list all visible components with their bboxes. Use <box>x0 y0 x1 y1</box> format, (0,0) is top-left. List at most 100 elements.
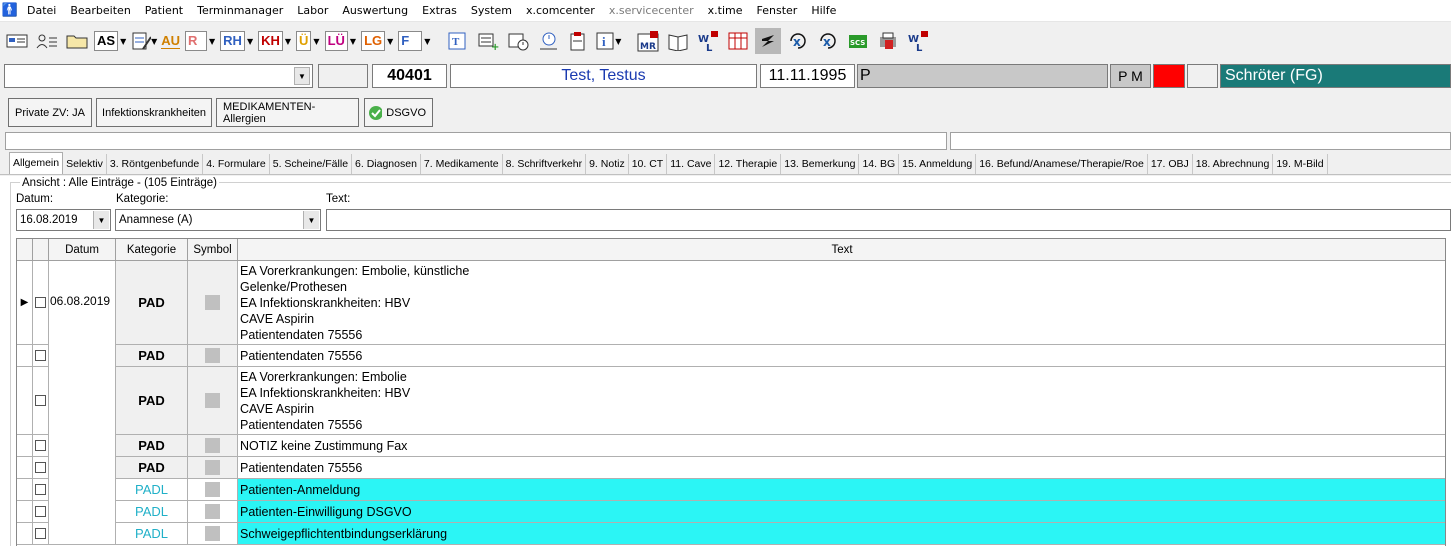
scs-icon[interactable]: SCS <box>845 28 871 54</box>
tab-anmeldung[interactable]: 15. Anmeldung <box>899 154 977 174</box>
as-button[interactable]: AS ▼ <box>94 28 126 54</box>
schedule-icon[interactable] <box>535 28 561 54</box>
menu-terminmanager[interactable]: Terminmanager <box>190 4 290 17</box>
menu-fenster[interactable]: Fenster <box>750 4 805 17</box>
u-button[interactable]: Ü ▼ <box>296 28 320 54</box>
row-checkbox[interactable] <box>33 261 49 345</box>
tab-bg[interactable]: 14. BG <box>859 154 900 174</box>
menu-hilfe[interactable]: Hilfe <box>804 4 843 17</box>
row-text[interactable]: Patienten-Einwilligung DSGVO <box>238 501 1445 523</box>
grid-header-kategorie[interactable]: Kategorie <box>116 239 188 261</box>
menu-xservicecenter[interactable]: x.servicecenter <box>602 4 701 17</box>
lu-button[interactable]: LÜ ▼ <box>324 28 356 54</box>
infektionskrankheiten-button[interactable]: Infektionskrankheiten <box>96 98 212 127</box>
mr-icon[interactable]: MR <box>635 28 661 54</box>
tab-roentgenbefunde[interactable]: 3. Röntgenbefunde <box>107 154 204 174</box>
table-red-icon[interactable] <box>725 28 751 54</box>
document-edit-icon[interactable]: ▼ <box>131 28 157 54</box>
tab-diagnosen[interactable]: 6. Diagnosen <box>352 154 421 174</box>
allergien-button[interactable]: MEDIKAMENTEN-Allergien <box>216 98 359 127</box>
row-text[interactable]: EA Vorerkrankungen: Embolie, künstliche … <box>238 261 1445 345</box>
menu-xtime[interactable]: x.time <box>701 4 750 17</box>
calendar-clock-icon[interactable] <box>505 28 531 54</box>
checkbox[interactable] <box>35 395 46 406</box>
tab-m-bild[interactable]: 19. M-Bild <box>1273 154 1328 174</box>
private-zv-button[interactable]: Private ZV: JA <box>8 98 92 127</box>
tab-selektiv[interactable]: Selektiv <box>63 154 107 174</box>
card-reader-icon[interactable] <box>4 28 30 54</box>
wl-alt-icon[interactable]: WL <box>905 28 931 54</box>
chevron-down-icon[interactable]: ▼ <box>93 211 109 229</box>
folder-icon[interactable] <box>64 28 90 54</box>
text-doc-icon[interactable]: T <box>445 28 471 54</box>
menu-system[interactable]: System <box>464 4 519 17</box>
patient-search-combo[interactable]: ▼ <box>4 64 313 88</box>
row-checkbox[interactable] <box>33 501 49 523</box>
tab-schriftverkehr[interactable]: 8. Schriftverkehr <box>503 154 587 174</box>
checkbox[interactable] <box>35 528 46 539</box>
info-icon[interactable]: i ▼ <box>595 28 621 54</box>
row-text[interactable]: NOTIZ keine Zustimmung Fax <box>238 435 1445 457</box>
tab-formulare[interactable]: 4. Formulare <box>203 154 270 174</box>
menu-extras[interactable]: Extras <box>415 4 464 17</box>
f-button[interactable]: F ▼ <box>398 28 430 54</box>
clipboard-icon[interactable] <box>565 28 591 54</box>
checkbox[interactable] <box>35 297 46 308</box>
checkbox[interactable] <box>35 440 46 451</box>
text-search-input[interactable] <box>326 209 1451 231</box>
datum-combo[interactable]: 16.08.2019 ▼ <box>16 209 111 231</box>
row-text[interactable]: Patienten-Anmeldung <box>238 479 1445 501</box>
checkbox[interactable] <box>35 484 46 495</box>
x-circle-alt-icon[interactable]: x <box>815 28 841 54</box>
grid-header-symbol[interactable]: Symbol <box>188 239 238 261</box>
rh-button[interactable]: RH ▼ <box>220 28 253 54</box>
wl-icon[interactable]: WL <box>695 28 721 54</box>
tab-medikamente[interactable]: 7. Medikamente <box>421 154 503 174</box>
tab-obj[interactable]: 17. OBJ <box>1148 154 1193 174</box>
menu-labor[interactable]: Labor <box>290 4 335 17</box>
list-add-icon[interactable]: + <box>475 28 501 54</box>
kategorie-combo[interactable]: Anamnese (A) ▼ <box>115 209 321 231</box>
tab-notiz[interactable]: 9. Notiz <box>586 154 629 174</box>
tab-scheine[interactable]: 5. Scheine/Fälle <box>270 154 353 174</box>
row-checkbox[interactable] <box>33 345 49 367</box>
row-text[interactable]: Patientendaten 75556 <box>238 345 1445 367</box>
patient-card-icon[interactable] <box>34 28 60 54</box>
menu-xcomcenter[interactable]: x.comcenter <box>519 4 602 17</box>
checkbox[interactable] <box>35 350 46 361</box>
checkbox[interactable] <box>35 462 46 473</box>
tab-abrechnung[interactable]: 18. Abrechnung <box>1193 154 1274 174</box>
row-checkbox[interactable] <box>33 435 49 457</box>
x-circle-icon[interactable]: x <box>785 28 811 54</box>
menu-bearbeiten[interactable]: Bearbeiten <box>63 4 137 17</box>
tab-bemerkung[interactable]: 13. Bemerkung <box>781 154 860 174</box>
row-text[interactable]: EA Vorerkrankungen: Embolie EA Infektion… <box>238 367 1445 435</box>
printer-red-icon[interactable] <box>875 28 901 54</box>
menu-patient[interactable]: Patient <box>138 4 190 17</box>
tab-cave[interactable]: 11. Cave <box>667 154 716 174</box>
lightning-icon[interactable] <box>755 28 782 54</box>
lg-button[interactable]: LG ▼ <box>361 28 393 54</box>
kh-button[interactable]: KH ▼ <box>258 28 291 54</box>
tab-befund[interactable]: 16. Befund/Anamese/Therapie/Roe <box>976 154 1148 174</box>
chevron-down-icon[interactable]: ▼ <box>303 211 319 229</box>
tab-allgemein[interactable]: Allgemein <box>9 152 64 174</box>
menu-auswertung[interactable]: Auswertung <box>335 4 415 17</box>
row-text[interactable]: Schweigepflichtentbindungserklärung <box>238 523 1445 545</box>
grid-header-text[interactable]: Text <box>238 239 1445 261</box>
dsgvo-button[interactable]: DSGVO <box>364 98 433 127</box>
chevron-down-icon[interactable]: ▼ <box>294 67 310 85</box>
menu-datei[interactable]: Datei <box>20 4 63 17</box>
checkbox[interactable] <box>35 506 46 517</box>
au-button[interactable]: AU <box>161 28 180 54</box>
r-button[interactable]: R ▼ <box>185 28 215 54</box>
row-checkbox[interactable] <box>33 367 49 435</box>
tab-ct[interactable]: 10. CT <box>629 154 668 174</box>
tab-therapie[interactable]: 12. Therapie <box>715 154 782 174</box>
row-checkbox[interactable] <box>33 523 49 545</box>
row-text[interactable]: Patientendaten 75556 <box>238 457 1445 479</box>
book-icon[interactable] <box>665 28 691 54</box>
grid-header-datum[interactable]: Datum <box>49 239 116 261</box>
row-checkbox[interactable] <box>33 479 49 501</box>
row-checkbox[interactable] <box>33 457 49 479</box>
